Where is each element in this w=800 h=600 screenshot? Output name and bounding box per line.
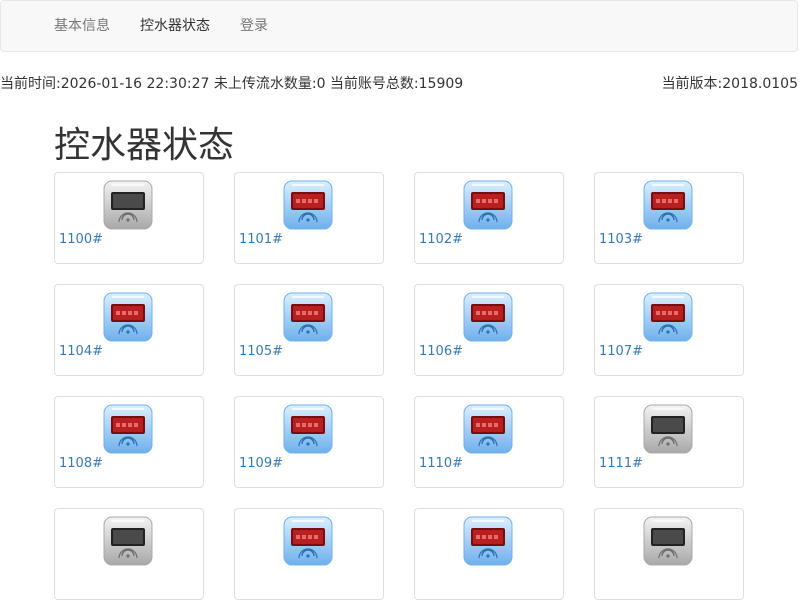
water-controller-offline-icon	[643, 404, 693, 454]
version-label: 当前版本:2018.0105	[661, 76, 798, 92]
nav-item-basic-info[interactable]: 基本信息	[54, 1, 110, 51]
nav-item-login[interactable]: 登录	[240, 1, 268, 51]
status-line: 当前时间:2026-01-16 22:30:27 未上传流水数量:0 当前账号总…	[0, 76, 464, 92]
device-card[interactable]: 1103#	[594, 172, 744, 264]
device-card[interactable]: 1104#	[54, 284, 204, 376]
device-label: 1107#	[599, 344, 643, 359]
water-controller-offline-icon	[103, 516, 153, 566]
device-card[interactable]: 1110#	[414, 396, 564, 488]
device-card[interactable]: 1108#	[54, 396, 204, 488]
device-card[interactable]: 1109#	[234, 396, 384, 488]
water-controller-offline-icon	[103, 180, 153, 230]
water-controller-online-icon	[283, 404, 333, 454]
water-controller-online-icon	[463, 516, 513, 566]
device-card[interactable]: 1100#	[54, 172, 204, 264]
device-label: 1105#	[239, 344, 283, 359]
device-label: 1109#	[239, 456, 283, 471]
device-card[interactable]	[234, 508, 384, 600]
device-label: 1108#	[59, 456, 103, 471]
device-card[interactable]: 1107#	[594, 284, 744, 376]
device-card[interactable]: 1106#	[414, 284, 564, 376]
nav-item-controller-status[interactable]: 控水器状态	[140, 1, 210, 51]
water-controller-online-icon	[283, 516, 333, 566]
device-label: 1110#	[419, 456, 463, 471]
device-label: 1104#	[59, 344, 103, 359]
water-controller-offline-icon	[643, 516, 693, 566]
water-controller-online-icon	[463, 180, 513, 230]
device-card[interactable]	[594, 508, 744, 600]
water-controller-online-icon	[463, 404, 513, 454]
water-controller-online-icon	[643, 180, 693, 230]
device-label: 1102#	[419, 232, 463, 247]
water-controller-online-icon	[103, 292, 153, 342]
device-label: 1100#	[59, 232, 103, 247]
water-controller-online-icon	[103, 404, 153, 454]
device-label: 1101#	[239, 232, 283, 247]
top-navbar: 基本信息 控水器状态 登录	[0, 0, 798, 52]
page-title: 控水器状态	[54, 125, 235, 166]
device-card[interactable]: 1101#	[234, 172, 384, 264]
device-label: 1103#	[599, 232, 643, 247]
device-label: 1111#	[599, 456, 643, 471]
device-card[interactable]	[54, 508, 204, 600]
device-card[interactable]: 1111#	[594, 396, 744, 488]
water-controller-online-icon	[643, 292, 693, 342]
water-controller-online-icon	[283, 292, 333, 342]
device-label: 1106#	[419, 344, 463, 359]
water-controller-online-icon	[283, 180, 333, 230]
water-controller-online-icon	[463, 292, 513, 342]
device-card[interactable]: 1102#	[414, 172, 564, 264]
device-card[interactable]: 1105#	[234, 284, 384, 376]
device-card[interactable]	[414, 508, 564, 600]
